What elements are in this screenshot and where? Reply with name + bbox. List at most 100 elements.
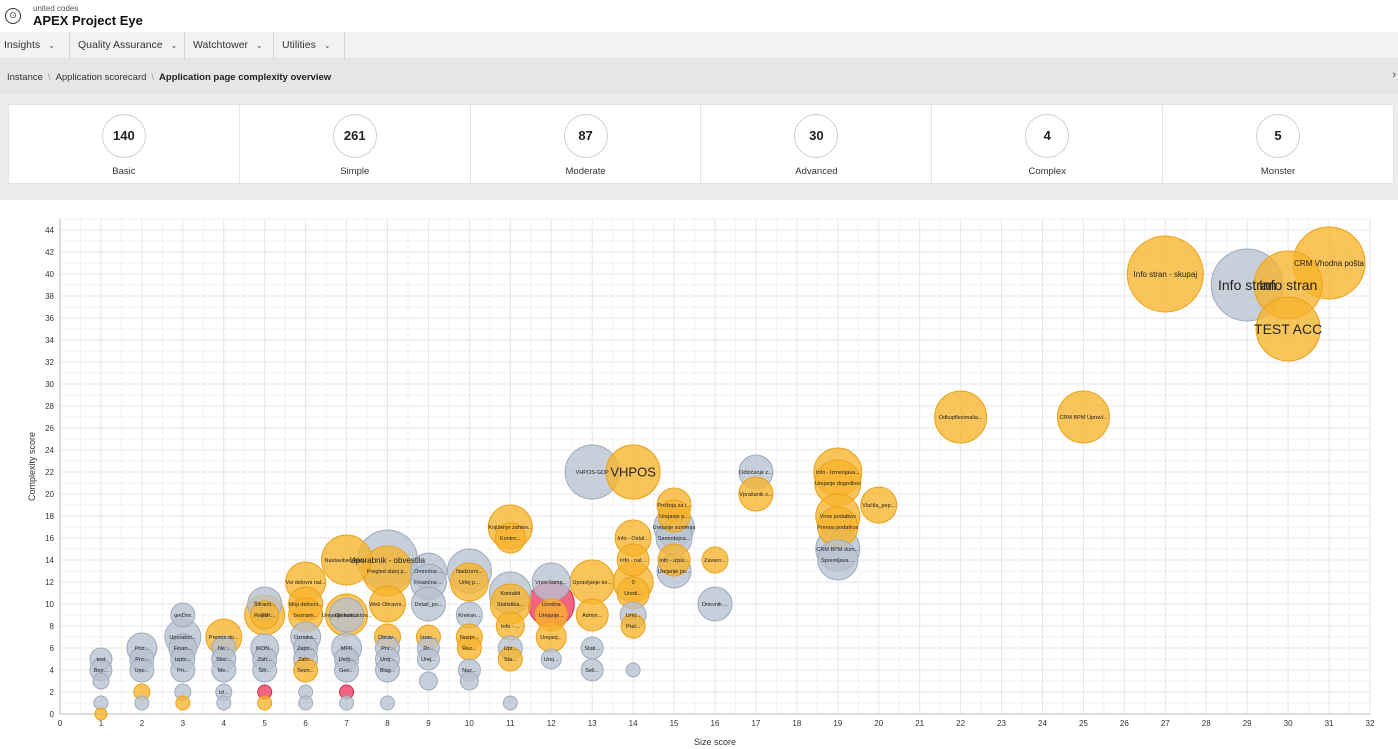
- x-tick-label: 31: [1325, 719, 1334, 728]
- bubble-label: Prošnja za i...: [657, 503, 691, 509]
- bubble-label: Urejanje po...: [658, 569, 691, 575]
- bubble-label: Urejanje sumenja: [653, 525, 697, 531]
- bubble-point: [257, 695, 273, 711]
- bubble-point: [92, 672, 110, 690]
- x-tick-label: 18: [792, 719, 801, 728]
- bubble-point: [502, 695, 518, 711]
- bubble-label: Odločanje z...: [739, 470, 773, 476]
- bubble-label: Bep...: [94, 668, 109, 674]
- bubble-label: CRM BPM Upravl...: [1059, 415, 1107, 421]
- stat-value: 261: [332, 114, 377, 158]
- y-tick-label: 14: [45, 556, 54, 565]
- bubble-label: Uvodna: [542, 602, 562, 608]
- bubble-label: Upravljanje ko...: [572, 580, 612, 586]
- bubble-point: [459, 671, 479, 691]
- bubble-label: Me...: [218, 668, 231, 674]
- x-tick-label: 17: [751, 719, 760, 728]
- bubble-label: Pregled stanj p...: [367, 569, 409, 575]
- bubble-label: Urej...: [626, 613, 641, 619]
- menu-watchtower[interactable]: Watchtower ⌄: [185, 32, 274, 59]
- bubble-label: Prenos podatkov: [817, 525, 859, 531]
- bubble-label: 0: [632, 580, 635, 586]
- bubble-label: Kontro...: [500, 536, 521, 542]
- bubble-label: Omrežna ...: [414, 569, 443, 575]
- y-tick-label: 32: [45, 358, 54, 367]
- bubble-label: Geo...: [339, 668, 354, 674]
- y-tick-label: 38: [45, 292, 54, 301]
- stat-moderate[interactable]: 87 Moderate: [471, 105, 702, 183]
- bubble-label: Prel...: [626, 624, 641, 630]
- breadcrumb-instance[interactable]: Instance: [7, 72, 43, 83]
- stat-basic[interactable]: 140 Basic: [9, 105, 240, 183]
- bubble-label: Dr...: [423, 646, 434, 652]
- bubble-label: Izl...: [219, 690, 230, 696]
- bubble-label: Seli...: [585, 668, 599, 674]
- x-tick-label: 20: [874, 719, 883, 728]
- stat-label: Complex: [1028, 166, 1066, 177]
- stat-monster[interactable]: 5 Monster: [1163, 105, 1393, 183]
- stat-value: 4: [1025, 114, 1070, 158]
- stat-advanced[interactable]: 30 Advanced: [701, 105, 933, 183]
- x-tick-label: 24: [1038, 719, 1047, 728]
- bubble-label: VHPOS: [610, 465, 656, 480]
- bubble-label: Urejanj...: [540, 635, 562, 641]
- page-title: Application page complexity overview: [159, 72, 332, 83]
- stat-simple[interactable]: 261 Simple: [240, 105, 471, 183]
- bubble-label: getDoc: [174, 613, 192, 619]
- menu-quality-assurance[interactable]: Quality Assurance ⌄: [70, 32, 185, 59]
- x-tick-label: 11: [506, 719, 515, 728]
- bubble-label: Admin...: [582, 613, 603, 619]
- y-tick-label: 4: [50, 666, 55, 675]
- bubble-label: Info stran: [1259, 277, 1317, 293]
- bubble-label: Izpis...: [175, 657, 191, 663]
- y-tick-label: 16: [45, 534, 54, 543]
- bubble-label: Statistika...: [497, 602, 524, 608]
- bubble-label: Obrav...: [378, 635, 398, 641]
- bubble-point: [94, 707, 108, 721]
- x-tick-label: 9: [426, 719, 431, 728]
- bubble-label: Info - Izmenjava...: [816, 470, 860, 476]
- stat-value: 5: [1256, 114, 1301, 158]
- complexity-summary: 140 Basic 261 Simple 87 Moderate 30 Advanced…: [8, 104, 1394, 184]
- bubble-label: Moji delovni...: [289, 602, 323, 608]
- bubble-label: Samodejna...: [658, 536, 691, 542]
- bubble-label: Zah...: [258, 657, 273, 663]
- bubble-label: Vsi delovni nal...: [286, 580, 327, 586]
- x-tick-label: 21: [915, 719, 924, 728]
- bubble-point: [134, 695, 150, 711]
- bubble-label: Sezn...: [297, 668, 315, 674]
- y-tick-label: 28: [45, 402, 54, 411]
- bubble-label: Urlej p...: [459, 580, 480, 586]
- bubble-point: [175, 695, 191, 711]
- breadcrumb-application-scorecard[interactable]: Application scorecard: [56, 72, 147, 83]
- collapse-icon[interactable]: ›: [1392, 69, 1396, 81]
- bubble-label: Naz...: [462, 668, 477, 674]
- bubble-label: Web Obravni...: [369, 602, 406, 608]
- bubble-label: Urej...: [421, 657, 436, 663]
- bubble-label: Pri...: [177, 668, 189, 674]
- menu-insights[interactable]: Insights ⌄: [0, 32, 70, 59]
- brand-subtitle: united codes: [33, 4, 79, 13]
- bubble-label: Zavaro...: [704, 558, 726, 564]
- bubble-label: Urejanje...: [539, 613, 565, 619]
- bubble-label: Sta...: [504, 657, 517, 663]
- stat-complex[interactable]: 4 Complex: [932, 105, 1164, 183]
- bubble-label: Report...: [254, 613, 276, 619]
- bubble-label: VHPOS-GDP: [576, 470, 609, 476]
- bubble-label: Detail_po...: [415, 602, 443, 608]
- bubble-label: Info - nat...: [620, 558, 647, 564]
- bubble-label: CRM BPM dom...: [816, 547, 859, 553]
- bubble-label: Vprašanik z...: [739, 492, 773, 498]
- stat-value: 30: [794, 114, 839, 158]
- y-tick-label: 22: [45, 468, 54, 477]
- bubble-chart: 0246810121416182022242628303234363840424…: [27, 218, 1375, 747]
- x-tick-label: 7: [344, 719, 349, 728]
- stat-label: Simple: [340, 166, 370, 177]
- bubble-point: [298, 695, 314, 711]
- bubble-point: [216, 695, 232, 711]
- bubble-label: Spremljava ...: [821, 558, 855, 564]
- menu-utilities[interactable]: Utilities ⌄: [274, 32, 345, 59]
- bubble-label: Vnos kamp...: [535, 580, 568, 586]
- bubble-label: IKON...: [256, 646, 275, 652]
- app-title[interactable]: APEX Project Eye: [33, 13, 143, 28]
